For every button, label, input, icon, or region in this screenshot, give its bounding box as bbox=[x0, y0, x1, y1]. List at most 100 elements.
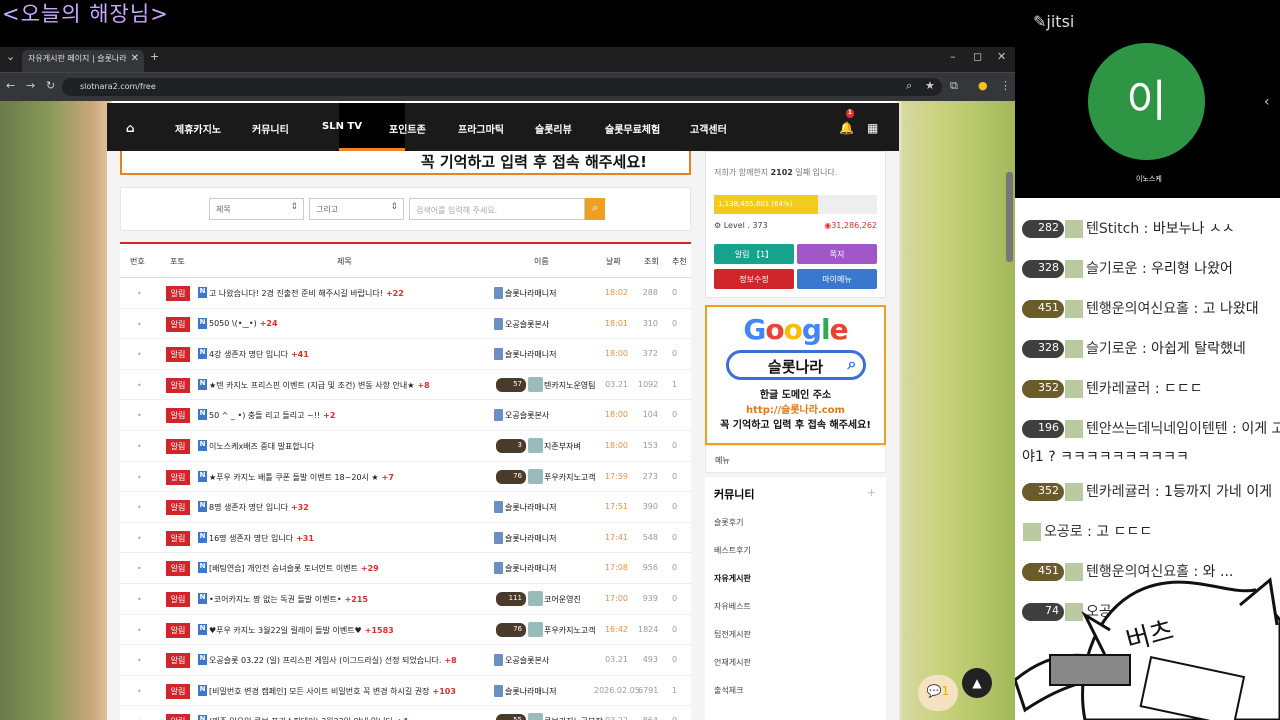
table-row[interactable]: • 알림 N [배팅연습] 개인전 승녀슬롯 토너먼트 이벤트 +29 슬롯나라매니저 17… bbox=[120, 553, 691, 584]
table-row[interactable]: • 알림 N 이노스케x배즈 중대 발표합니다 3 지존부자벼 18:00 153 0 bbox=[120, 431, 691, 462]
forward-icon[interactable]: → bbox=[26, 79, 35, 92]
chat-nick[interactable]: 텐안쓰는데닉네임이텐텐 bbox=[1086, 421, 1228, 437]
new-tab-icon[interactable]: + bbox=[150, 50, 159, 63]
author-name[interactable]: 슬롯나라매니저 bbox=[505, 563, 557, 574]
nav-item-point-zone[interactable]: 포인트존 bbox=[389, 121, 426, 136]
menu-item-other-board[interactable]: 언재게시판 bbox=[714, 657, 751, 668]
post-title[interactable]: (매주 일요일 콤보 프리스핀데이) 3월22일 안내 입니다+4 bbox=[209, 716, 491, 720]
post-title[interactable]: [배팅연습] 개인전 승녀슬롯 토너먼트 이벤트 +29 bbox=[209, 563, 491, 574]
scroll-top-button[interactable]: ▲ bbox=[962, 668, 992, 698]
menu-item-free-board[interactable]: 자유게시판 bbox=[714, 573, 751, 584]
chat-nick[interactable]: 텐카레귤러 bbox=[1086, 484, 1150, 500]
author-name[interactable]: 오공슬롯본사 bbox=[505, 655, 549, 666]
post-title[interactable]: 고 나왔습니다! 2경 진출전 준비 해주시길 바랍니다! +22 bbox=[209, 288, 491, 299]
window-close-icon[interactable]: ✕ bbox=[997, 50, 1006, 63]
post-title[interactable]: 8명 생존자 명단 입니다 +32 bbox=[209, 502, 491, 513]
nav-item-free-slot[interactable]: 슬롯무료체험 bbox=[605, 121, 660, 136]
chat-nick[interactable]: 오공로 bbox=[1044, 524, 1083, 540]
table-row[interactable]: • 알림 N 50 ^ _ •) 충돌 리고 돌리고 ~!! +2 오공슬롯본사 18:00… bbox=[120, 400, 691, 431]
table-row[interactable]: • 알림 N 4강 생존자 명단 입니다 +41 슬롯나라매니저 18:00 372 0 bbox=[120, 339, 691, 370]
author-name[interactable]: 슬롯나라매니저 bbox=[505, 502, 557, 513]
my-menu-button[interactable]: 마이메뉴 bbox=[797, 269, 877, 289]
table-row[interactable]: • 알림 N •코어카지노 짱 없는 독권 돌발 이벤트• +215 111 코어운영진 17… bbox=[120, 584, 691, 615]
post-title[interactable]: ♥푸우 카지노 3월22일 릴레이 돌발 이벤트♥ +1583 bbox=[209, 625, 491, 636]
maximize-icon[interactable]: ◻ bbox=[973, 50, 982, 63]
table-row[interactable]: • 알림 N 16명 생존자 명단 입니다 +31 슬롯나라매니저 17:41 548 0 bbox=[120, 523, 691, 554]
menu-item-attendance[interactable]: 출석체크 bbox=[714, 685, 743, 696]
author-name[interactable]: 슬롯나라매니저 bbox=[505, 288, 557, 299]
tab-search-icon[interactable]: ⌄ bbox=[6, 50, 15, 63]
author-name[interactable]: 텐카지노운영팀 bbox=[544, 380, 596, 391]
post-title[interactable]: 이노스케x배즈 중대 발표합니다 bbox=[209, 441, 491, 452]
post-title[interactable]: 5050 \(•‿•) +24 bbox=[209, 319, 491, 328]
page-scrollbar[interactable] bbox=[1006, 172, 1013, 262]
minimize-icon[interactable]: – bbox=[950, 50, 956, 63]
home-icon[interactable]: ⌂ bbox=[126, 121, 135, 135]
post-title[interactable]: 16명 생존자 명단 입니다 +31 bbox=[209, 533, 491, 544]
author-name[interactable]: 푸우카지노고객 bbox=[544, 625, 596, 636]
tab-close-icon[interactable]: ✕ bbox=[131, 53, 139, 64]
post-title[interactable]: ★푸우 카지노 배틀 쿠폰 돌발 이벤트 18~20시 ★ +7 bbox=[209, 472, 491, 483]
post-title[interactable]: [비밀번호 변경 캠페인] 모든 사이트 비밀번호 꼭 변경 하시길 권장 +10… bbox=[209, 686, 491, 697]
participant-avatar[interactable]: 이 bbox=[1088, 43, 1205, 160]
alarm-button[interactable]: 알림 【1】 bbox=[714, 244, 794, 264]
reload-icon[interactable]: ↻ bbox=[46, 79, 55, 92]
chevron-left-icon[interactable]: ‹ bbox=[1264, 94, 1270, 110]
chat-nick[interactable]: 슬기로운 bbox=[1086, 261, 1138, 277]
search-input[interactable]: 검색어를 입력해 주세요. bbox=[409, 198, 585, 220]
zoom-icon[interactable]: ⌕ bbox=[906, 79, 912, 93]
post-title[interactable]: 4강 생존자 명단 입니다 +41 bbox=[209, 349, 491, 360]
extensions-icon[interactable]: ⧉ bbox=[950, 79, 958, 93]
table-row[interactable]: • 알림 N 5050 \(•‿•) +24 오공슬롯본사 18:01 310 0 bbox=[120, 309, 691, 340]
menu-kebab-icon[interactable]: ⋮ bbox=[1000, 79, 1011, 92]
note-button[interactable]: 쪽지 bbox=[797, 244, 877, 264]
search-field-select[interactable]: 제목 ⇕ bbox=[209, 198, 304, 220]
chat-nick[interactable]: 텐카레귤러 bbox=[1086, 381, 1150, 397]
nav-item-partner-casino[interactable]: 제휴카지노 bbox=[175, 121, 221, 136]
post-title[interactable]: 50 ^ _ •) 충돌 리고 돌리고 ~!! +2 bbox=[209, 410, 491, 421]
plus-icon[interactable]: + bbox=[867, 486, 876, 499]
menu-item-slot-review[interactable]: 슬롯후기 bbox=[714, 517, 743, 528]
author-name[interactable]: 코어운영진 bbox=[544, 594, 581, 605]
top-banner[interactable]: 꼭 기억하고 입력 후 접속 해주세요! bbox=[120, 151, 691, 175]
back-icon[interactable]: ← bbox=[6, 79, 15, 92]
table-row[interactable]: • 알림 N ★푸우 카지노 배틀 쿠폰 돌발 이벤트 18~20시 ★ +7 76 푸우카… bbox=[120, 462, 691, 493]
chat-nick[interactable]: 슬기로운 bbox=[1086, 341, 1138, 357]
bookmark-star-icon[interactable]: ★ bbox=[925, 79, 935, 92]
table-row[interactable]: •알림N(매주 일요일 콤보 프리스핀데이) 3월22일 안내 입니다+455콤… bbox=[120, 706, 691, 720]
author-name[interactable]: 슬롯나라매니저 bbox=[505, 686, 557, 697]
google-domain-banner[interactable]: Google 슬롯나라 ⌕ 한글 도메인 주소 http://슬롯나라.com 꼭… bbox=[705, 305, 886, 445]
apps-grid-icon[interactable]: ▦ bbox=[867, 121, 878, 135]
nav-item-slot-review[interactable]: 슬롯리뷰 bbox=[535, 121, 572, 136]
post-title[interactable]: ★텐 카지노 프리스핀 이벤트 (지급 및 조건) 변동 사항 안내★ +8 bbox=[209, 380, 491, 391]
table-row[interactable]: • 알림 N ♥푸우 카지노 3월22일 릴레이 돌발 이벤트♥ +1583 76 푸우카지… bbox=[120, 615, 691, 646]
table-row[interactable]: • 알림 N [비밀번호 변경 캠페인] 모든 사이트 비밀번호 꼭 변경 하시길 권… bbox=[120, 676, 691, 707]
nav-item-sln-tv[interactable]: SLN TV bbox=[322, 121, 362, 132]
author-name[interactable]: 오공슬롯본사 bbox=[505, 319, 549, 330]
chat-float-button[interactable]: 💬1 bbox=[918, 675, 958, 711]
search-button[interactable]: ⌕ bbox=[585, 198, 605, 220]
nav-item-community[interactable]: 커뮤니티 bbox=[252, 121, 289, 136]
post-title[interactable]: •코어카지노 짱 없는 독권 돌발 이벤트• +215 bbox=[209, 594, 491, 605]
search-op-select[interactable]: 그리고 ⇕ bbox=[309, 198, 404, 220]
url-field[interactable]: slotnara2.com/free bbox=[62, 78, 942, 96]
chat-nick[interactable]: 텐행운의여신요홀 bbox=[1086, 301, 1189, 317]
post-title[interactable]: 오공슬롯 03.22 (일) 프리스핀 게임사 (이그드라실) 선정 되었습니다… bbox=[209, 655, 491, 666]
author-name[interactable]: 슬롯나라매니저 bbox=[505, 349, 557, 360]
nav-item-support[interactable]: 고객센터 bbox=[690, 121, 727, 136]
author-name[interactable]: 지존부자벼 bbox=[544, 441, 581, 452]
profile-icon[interactable]: ● bbox=[978, 79, 988, 92]
table-row[interactable]: • 알림 N ★텐 카지노 프리스핀 이벤트 (지급 및 조건) 변동 사항 안내★ +… bbox=[120, 370, 691, 401]
author-name[interactable]: 슬롯나라매니저 bbox=[505, 533, 557, 544]
author-name[interactable]: 오공슬롯본사 bbox=[505, 410, 549, 421]
menu-item-best-review[interactable]: 베스트후기 bbox=[714, 545, 751, 556]
browser-tab[interactable]: 자유게시판 페이지 | 슬롯나라 ✕ bbox=[22, 50, 144, 72]
author-name[interactable]: 푸우카지노고객 bbox=[544, 472, 596, 483]
table-row[interactable]: • 알림 N 8명 생존자 명단 입니다 +32 슬롯나라매니저 17:51 390 0 bbox=[120, 492, 691, 523]
bell-icon[interactable]: 🔔 bbox=[839, 121, 854, 135]
menu-item-free-best[interactable]: 자유베스트 bbox=[714, 601, 751, 612]
edit-info-button[interactable]: 정보수정 bbox=[714, 269, 794, 289]
menu-item-tip-board[interactable]: 팁전게시판 bbox=[714, 629, 751, 640]
nav-item-pragmatic[interactable]: 프라그마틱 bbox=[458, 121, 504, 136]
table-row[interactable]: • 알림 N 오공슬롯 03.22 (일) 프리스핀 게임사 (이그드라실) 선정 되… bbox=[120, 645, 691, 676]
